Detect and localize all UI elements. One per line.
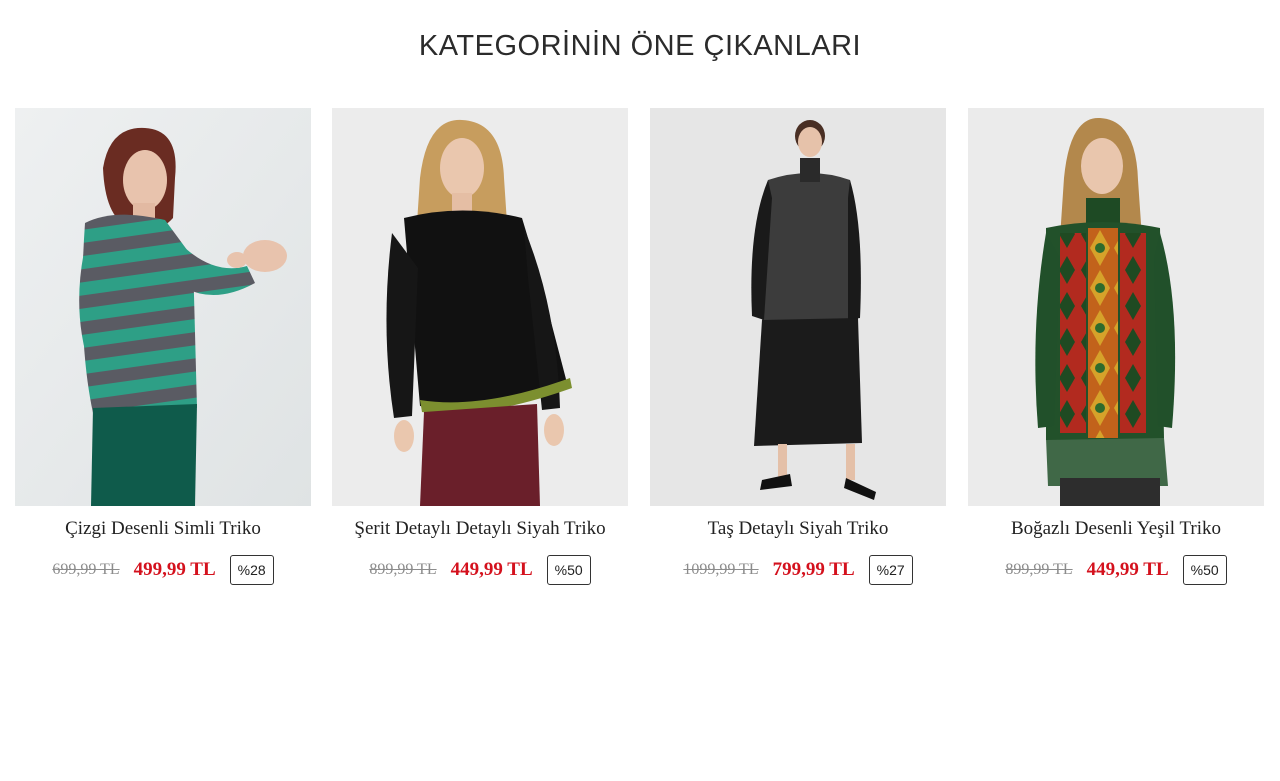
sale-price: 799,99 TL	[772, 559, 855, 580]
product-card[interactable]: Taş Detaylı Siyah Triko 1099,99 TL 799,9…	[650, 108, 946, 586]
sale-price: 449,99 TL	[450, 559, 533, 580]
product-name[interactable]: Taş Detaylı Siyah Triko	[650, 518, 946, 540]
product-grid: Çizgi Desenli Simli Triko 699,99 TL 499,…	[15, 108, 1267, 598]
product-photo-black-sweater	[332, 108, 628, 506]
section-title: KATEGORİNİN ÖNE ÇIKANLARI	[418, 30, 862, 62]
old-price: 899,99 TL	[1005, 561, 1073, 578]
price-row: 699,99 TL 499,99 TL %28	[15, 554, 311, 586]
old-price: 899,99 TL	[369, 561, 437, 578]
product-name[interactable]: Şerit Detaylı Detaylı Siyah Triko	[332, 518, 628, 540]
price-row: 899,99 TL 449,99 TL %50	[332, 554, 628, 586]
product-card[interactable]: Boğazlı Desenli Yeşil Triko 899,99 TL 44…	[968, 108, 1264, 586]
product-photo-green-turtleneck	[968, 108, 1264, 506]
product-card[interactable]: Şerit Detaylı Detaylı Siyah Triko 899,99…	[332, 108, 628, 586]
price-row: 899,99 TL 449,99 TL %50	[968, 554, 1264, 586]
product-image[interactable]	[15, 108, 311, 506]
sale-price: 449,99 TL	[1086, 559, 1169, 580]
product-image[interactable]	[650, 108, 946, 506]
old-price: 699,99 TL	[52, 561, 120, 578]
product-image[interactable]	[332, 108, 628, 506]
discount-badge: %28	[229, 555, 274, 585]
product-name[interactable]: Boğazlı Desenli Yeşil Triko	[968, 518, 1264, 540]
discount-badge: %50	[546, 555, 591, 585]
product-name[interactable]: Çizgi Desenli Simli Triko	[15, 518, 311, 540]
product-image[interactable]	[968, 108, 1264, 506]
old-price: 1099,99 TL	[683, 561, 759, 578]
product-photo-grey-knit	[650, 108, 946, 506]
product-card[interactable]: Çizgi Desenli Simli Triko 699,99 TL 499,…	[15, 108, 311, 586]
price-row: 1099,99 TL 799,99 TL %27	[650, 554, 946, 586]
sale-price: 499,99 TL	[133, 559, 216, 580]
page: KATEGORİNİN ÖNE ÇIKANLARI Çizgi Desenli …	[0, 0, 1280, 781]
discount-badge: %50	[1182, 555, 1227, 585]
discount-badge: %27	[868, 555, 913, 585]
product-photo-striped-sweater	[15, 108, 311, 506]
